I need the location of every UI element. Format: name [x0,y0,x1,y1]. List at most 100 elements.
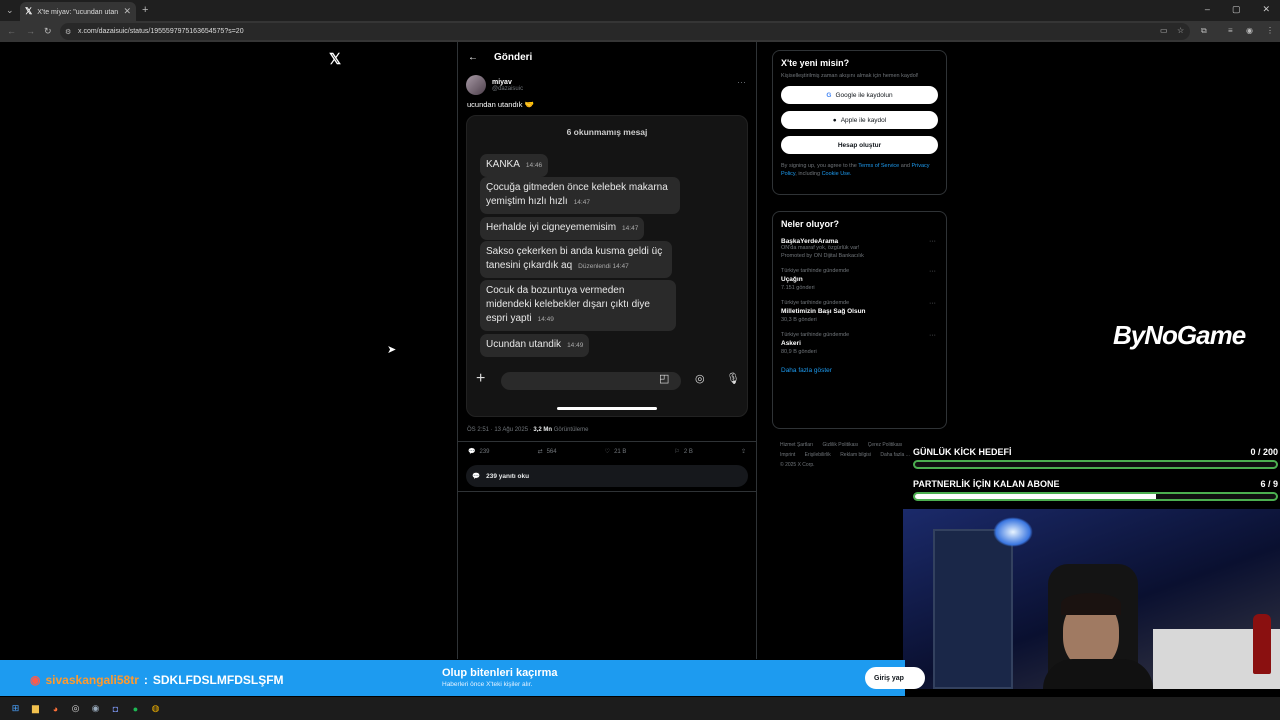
obs-icon[interactable]: ◎ [69,702,82,715]
browser-tab[interactable]: 𝕏 X'te miyav: "ucundan utandık 🤏 ... ✕ [20,2,136,21]
copyright: © 2025 X Corp. [780,462,815,468]
chat-user-badge-icon: ◉ [30,673,41,687]
post-timestamp[interactable]: ÖS 2:51 · 13 Ağu 2025 · [467,427,533,433]
signup-subtitle: Kişiselleştirilmiş zaman akışını almak i… [781,73,919,79]
cookie-link[interactable]: Cookie Use. [822,171,852,177]
trend-category: Türkiye tarihinde gündemde [781,300,850,306]
signup-title: X'te yeni misin? [781,58,850,68]
create-account-button[interactable]: Hesap oluştur [781,136,938,154]
post-author[interactable]: miyav @dazaisuic [458,72,756,98]
chat-bubble-time: 14:47 [573,199,590,206]
cast-icon[interactable]: ▭ [1160,26,1168,35]
chat-bubble-time: Düzenlendi 14:47 [578,263,629,270]
close-window-icon[interactable]: ✕ [1262,4,1270,15]
goal-label: PARTNERLİK İÇİN KALAN ABONE [913,479,1060,489]
url-field[interactable]: ⚙ x.com/dazaisuic/status/195559797516365… [60,23,1190,40]
google-signup-label: Google ile kaydolun [835,91,893,99]
more-options-icon[interactable]: ··· [929,300,936,307]
chrome-icon[interactable]: ◍ [149,702,162,715]
footer-link[interactable]: Gizlilik Politikası [822,442,858,448]
google-signup-button[interactable]: G Google ile kaydolun [781,86,938,104]
trend-item[interactable]: Türkiye tarihinde gündemde Askeri 80,9 B… [781,332,938,355]
minimize-icon[interactable]: – [1205,4,1210,15]
file-explorer-icon[interactable]: ▆ [29,702,42,715]
author-name[interactable]: miyav [492,79,523,86]
post-column: ← Gönderi miyav @dazaisuic ··· ucundan u… [457,42,757,659]
chat-bubble: Çocuğa gitmeden önce kelebek makarna yem… [480,177,680,214]
footer-link[interactable]: Erişilebilirlik [805,452,831,458]
show-more-link[interactable]: Daha fazla göster [781,367,938,374]
repost-button[interactable]: ⇄ 564 [538,448,557,456]
chat-bubble-text: Ucundan utandik [486,339,562,350]
view-count: 3,2 Mn [533,427,553,433]
spotify-icon[interactable]: ● [129,702,142,715]
trend-count: 30,3 B gönderi [781,317,817,323]
share-button[interactable]: ⇪ [741,448,746,455]
x-favicon-icon: 𝕏 [25,6,33,16]
maximize-icon[interactable]: ▢ [1232,4,1241,15]
firefox-icon[interactable]: ◕ [49,702,62,715]
tab-list-icon[interactable]: ⌄ [6,5,14,16]
discord-icon[interactable]: ◘ [109,702,122,715]
new-tab-icon[interactable]: + [142,4,148,16]
bookmark-star-icon[interactable]: ☆ [1177,26,1184,35]
footer-link[interactable]: Hizmet Şartları [780,442,813,448]
browser-menu-icon[interactable]: ⋮ [1266,26,1274,35]
reload-icon[interactable]: ↻ [44,26,52,37]
stream-chat-message: ◉ sivaskangali58tr : SDKLFDSLMFDSLŞFM [30,673,284,687]
trend-name: Askeri [781,340,801,347]
trend-item[interactable]: BaşkaYerdeArama ON'da masraf yok, özgürl… [781,238,938,259]
terms-link[interactable]: Terms of Service [858,163,899,169]
trend-item[interactable]: Türkiye tarihinde gündemde Uçağın 7.151 … [781,268,938,291]
steam-icon[interactable]: ◉ [89,702,102,715]
trend-name: ON'da masraf yok, özgürlük var! [781,245,860,251]
heart-icon: ♡ [604,449,611,455]
chat-screenshot-image[interactable]: 6 okunmamış mesaj KANKA 14:46 Çocuğa gitm… [466,115,748,417]
login-button[interactable]: Giriş yap [865,667,925,689]
site-info-icon[interactable]: ⚙ [65,28,71,36]
trend-count: 7.151 gönderi [781,285,815,291]
trend-name: Milletimizin Başı Sağ Olsun [781,308,866,315]
footer-link[interactable]: Imprint [780,452,795,458]
page-title: Gönderi [494,51,533,63]
apple-signup-button[interactable]: ● Apple ile kaydol [781,111,938,129]
start-icon[interactable]: ⊞ [9,702,22,715]
views-label: Görüntüleme [552,427,589,433]
more-options-icon[interactable]: ··· [929,332,936,339]
trend-name: Uçağın [781,276,803,283]
bookmark-icon: ⚐ [674,449,680,455]
address-bar-row: ← → ↻ ⚙ x.com/dazaisuic/status/195559797… [0,21,1280,42]
trends-title: Neler oluyor? [781,219,840,229]
footer-link[interactable]: Daha fazla ... [880,452,909,458]
trend-item[interactable]: Türkiye tarihinde gündemde Milletimizin … [781,300,938,323]
chat-bubble-time: 14:49 [567,342,584,349]
more-options-icon[interactable]: ··· [737,77,746,87]
back-icon[interactable]: ← [7,26,16,36]
footer-link[interactable]: Çerez Politikası [868,442,903,448]
legal-text: By signing up, you agree to the Terms of… [781,162,938,178]
share-icon: ⇪ [740,449,746,455]
more-options-icon[interactable]: ··· [929,268,936,275]
read-replies-button[interactable]: 💬 239 yanıtı oku [466,465,748,487]
x-logo-icon[interactable]: 𝕏 [329,50,341,68]
reply-button[interactable]: 💬 239 [468,448,490,456]
extensions-icon[interactable]: ⧉ [1201,26,1207,36]
partner-goal-widget: PARTNERLİK İÇİN KALAN ABONE 6 / 9 [913,479,1278,501]
chat-input-box [501,372,681,390]
webcam-person-hair [1061,593,1121,615]
author-handle[interactable]: @dazaisuic [492,86,523,92]
footer-link[interactable]: Reklam bilgisi [840,452,871,458]
trend-count: 80,9 B gönderi [781,349,817,355]
like-button[interactable]: ♡ 21 B [604,448,627,456]
profile-icon[interactable]: ◉ [1246,26,1253,35]
back-arrow-icon[interactable]: ← [468,52,478,63]
plus-icon: + [476,370,486,387]
more-options-icon[interactable]: ··· [929,238,936,245]
webcam-light [993,517,1033,547]
google-icon: G [826,91,832,99]
close-tab-icon[interactable]: ✕ [123,6,131,17]
media-icon[interactable]: ≡ [1228,26,1233,35]
bookmark-button[interactable]: ⚐ 2 B [674,448,692,456]
forward-icon[interactable]: → [26,26,35,36]
avatar[interactable] [466,75,486,95]
